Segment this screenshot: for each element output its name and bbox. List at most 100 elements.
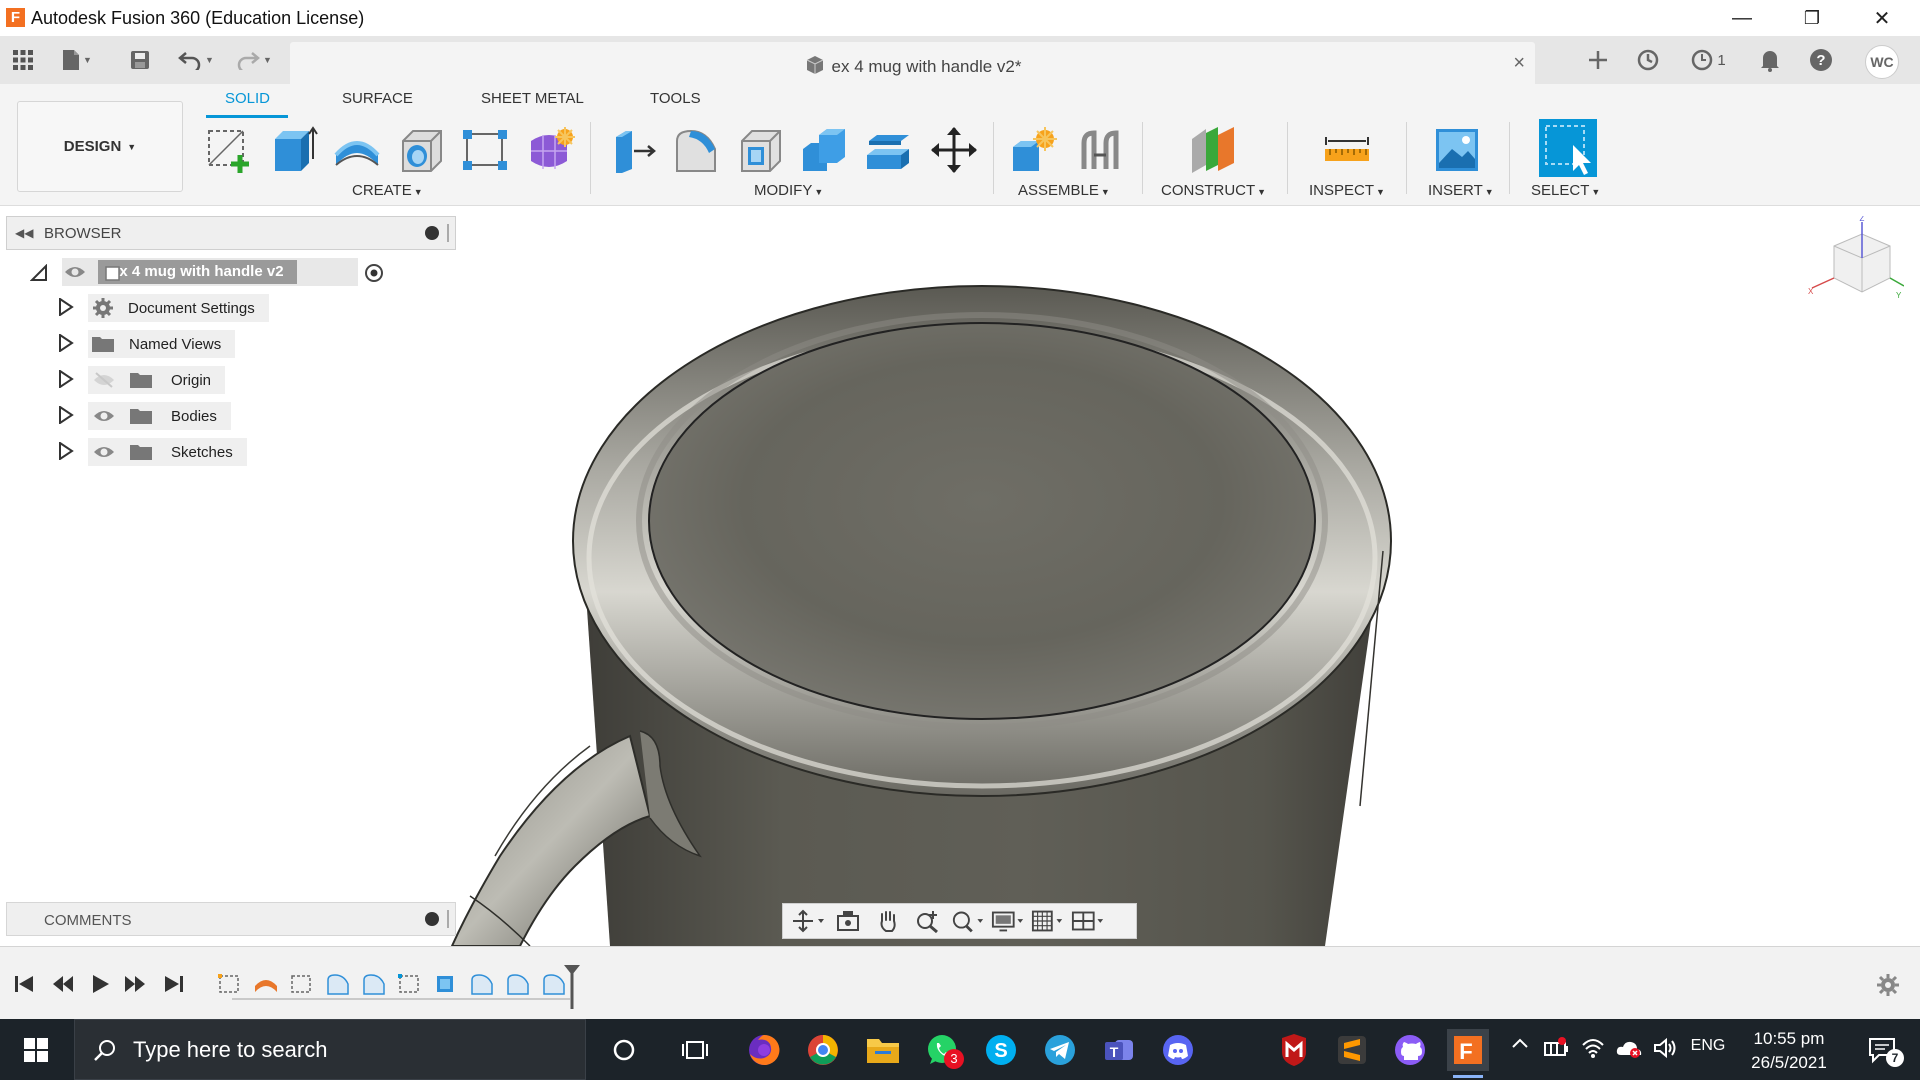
teams-app[interactable]: T bbox=[1098, 1029, 1140, 1071]
timeline-feature-sweep[interactable] bbox=[432, 971, 460, 997]
sublime-app[interactable] bbox=[1331, 1029, 1373, 1071]
insert-menu[interactable]: INSERT ▼ bbox=[1428, 182, 1494, 199]
insert-canvas-button[interactable] bbox=[1431, 124, 1483, 176]
select-menu[interactable]: SELECT ▼ bbox=[1531, 182, 1600, 199]
timeline-feature-sketch[interactable] bbox=[396, 971, 424, 997]
eye-icon[interactable] bbox=[64, 264, 86, 280]
grid-settings-button[interactable] bbox=[1031, 907, 1065, 935]
notifications-button[interactable] bbox=[1756, 46, 1784, 74]
start-button[interactable] bbox=[0, 1019, 72, 1080]
step-back-button[interactable] bbox=[50, 973, 74, 995]
go-to-end-button[interactable] bbox=[162, 973, 186, 995]
tree-item-bodies[interactable]: Bodies bbox=[88, 402, 231, 430]
display-settings-button[interactable] bbox=[991, 907, 1025, 935]
fit-button[interactable] bbox=[951, 907, 985, 935]
orbit-button[interactable] bbox=[791, 907, 825, 935]
expand-triangle-icon[interactable] bbox=[58, 406, 74, 424]
timeline-feature-revolve[interactable] bbox=[252, 971, 280, 997]
viewports-button[interactable] bbox=[1071, 907, 1105, 935]
onedrive-tray-icon[interactable] bbox=[1614, 1037, 1644, 1059]
eye-hidden-icon[interactable] bbox=[93, 372, 115, 388]
rectangular-pattern-button[interactable] bbox=[459, 124, 511, 176]
close-tab-button[interactable]: × bbox=[1513, 52, 1525, 75]
press-pull-button[interactable] bbox=[607, 124, 659, 176]
close-window-button[interactable]: ✕ bbox=[1853, 0, 1911, 36]
tree-item-named-views[interactable]: Named Views bbox=[88, 330, 236, 358]
look-at-button[interactable] bbox=[831, 907, 865, 935]
create-sketch-button[interactable] bbox=[203, 124, 255, 176]
new-tab-button[interactable] bbox=[1584, 46, 1612, 74]
tree-item-sketches[interactable]: Sketches bbox=[88, 438, 247, 466]
extensions-button[interactable] bbox=[1634, 46, 1662, 74]
expand-triangle-icon[interactable] bbox=[58, 334, 74, 352]
expand-triangle-icon[interactable] bbox=[58, 370, 74, 388]
add-comment-icon[interactable] bbox=[425, 912, 439, 926]
panel-drag-handle[interactable] bbox=[447, 910, 449, 928]
modify-menu[interactable]: MODIFY ▼ bbox=[754, 182, 823, 199]
eye-icon[interactable] bbox=[93, 444, 115, 460]
timeline-feature-fillet[interactable] bbox=[468, 971, 496, 997]
hole-button[interactable] bbox=[396, 124, 448, 176]
help-button[interactable]: ? bbox=[1807, 46, 1835, 74]
undo-button[interactable]: ▼ bbox=[178, 48, 214, 72]
timeline-feature-fillet[interactable] bbox=[324, 971, 352, 997]
save-button[interactable] bbox=[130, 48, 150, 72]
shell-button[interactable] bbox=[735, 124, 787, 176]
workspace-switcher[interactable]: DESIGN ▼ bbox=[17, 101, 183, 192]
timeline-feature-fillet[interactable] bbox=[504, 971, 532, 997]
tree-item-document-settings[interactable]: Document Settings bbox=[88, 294, 269, 322]
collapse-panel-icon[interactable]: ◀◀ bbox=[15, 226, 33, 240]
tab-surface[interactable]: SURFACE bbox=[342, 90, 413, 107]
panel-drag-handle[interactable] bbox=[447, 224, 449, 242]
timeline-feature-fillet[interactable] bbox=[360, 971, 388, 997]
github-desktop-app[interactable] bbox=[1389, 1029, 1431, 1071]
chrome-app[interactable] bbox=[802, 1029, 844, 1071]
battery-tray-icon[interactable] bbox=[1542, 1037, 1570, 1059]
combine-button[interactable] bbox=[798, 124, 850, 176]
revolve-button[interactable] bbox=[331, 124, 383, 176]
timeline-marker[interactable] bbox=[562, 963, 582, 1011]
taskbar-search[interactable]: Type here to search bbox=[74, 1019, 586, 1080]
create-menu[interactable]: CREATE ▼ bbox=[352, 182, 423, 199]
fillet-button[interactable] bbox=[670, 124, 722, 176]
task-view-button[interactable] bbox=[674, 1029, 716, 1071]
go-to-start-button[interactable] bbox=[12, 973, 36, 995]
pan-button[interactable] bbox=[871, 907, 905, 935]
collapse-triangle-icon[interactable] bbox=[30, 264, 48, 282]
tree-item-origin[interactable]: Origin bbox=[88, 366, 226, 394]
assemble-menu[interactable]: ASSEMBLE ▼ bbox=[1018, 182, 1110, 199]
view-cube[interactable]: Z X Y bbox=[1804, 214, 1905, 316]
document-tab[interactable]: ex 4 mug with handle v2* × bbox=[290, 42, 1535, 84]
volume-tray-icon[interactable] bbox=[1652, 1037, 1678, 1059]
discord-app[interactable] bbox=[1157, 1029, 1199, 1071]
expand-triangle-icon[interactable] bbox=[58, 298, 74, 316]
action-center-button[interactable]: 7 bbox=[1860, 1031, 1904, 1069]
play-button[interactable] bbox=[88, 973, 112, 995]
extrude-button[interactable] bbox=[268, 124, 320, 176]
panel-minimize-icon[interactable] bbox=[425, 226, 439, 240]
mcafee-app[interactable] bbox=[1273, 1029, 1315, 1071]
show-hidden-icons-button[interactable] bbox=[1508, 1037, 1532, 1049]
language-indicator[interactable]: ENG bbox=[1688, 1037, 1728, 1055]
new-component-button[interactable] bbox=[1008, 124, 1060, 176]
tab-tools[interactable]: TOOLS bbox=[650, 90, 701, 107]
tab-solid[interactable]: SOLID bbox=[225, 90, 270, 107]
measure-button[interactable] bbox=[1321, 124, 1373, 176]
select-button[interactable] bbox=[1539, 119, 1597, 177]
network-tray-icon[interactable] bbox=[1580, 1037, 1606, 1059]
3d-viewport[interactable]: Z X Y bbox=[0, 206, 1920, 946]
joint-button[interactable] bbox=[1075, 124, 1127, 176]
job-status-button[interactable]: 1 bbox=[1684, 46, 1732, 74]
firefox-app[interactable] bbox=[743, 1029, 785, 1071]
timeline-feature-sketch[interactable] bbox=[288, 971, 316, 997]
create-form-button[interactable] bbox=[524, 124, 576, 176]
file-menu-button[interactable]: ▼ bbox=[62, 48, 92, 72]
system-clock[interactable]: 10:55 pm 26/5/2021 bbox=[1734, 1027, 1844, 1075]
offset-face-button[interactable] bbox=[862, 124, 914, 176]
activate-radio-icon[interactable] bbox=[364, 263, 384, 283]
zoom-button[interactable] bbox=[911, 907, 945, 935]
timeline-settings-icon[interactable] bbox=[1876, 973, 1900, 997]
timeline-feature-sketch[interactable] bbox=[216, 971, 244, 997]
file-explorer-app[interactable] bbox=[862, 1029, 904, 1071]
whatsapp-app[interactable]: 3 bbox=[921, 1029, 964, 1071]
